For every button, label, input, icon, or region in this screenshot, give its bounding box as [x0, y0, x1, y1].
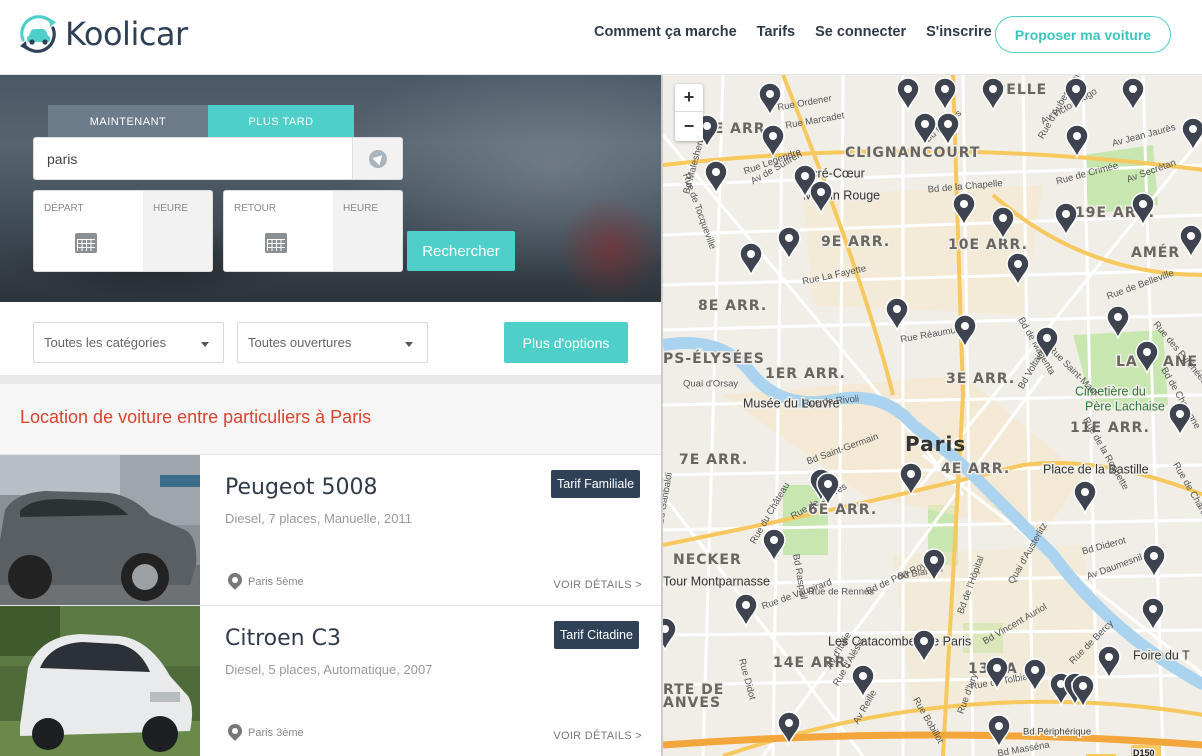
map-canvas[interactable]: 7E ARR.CLIGNANCOURTSacré-CœurMoulin Roug…: [663, 75, 1202, 756]
caret-down-icon: [405, 342, 413, 347]
nav-pricing[interactable]: Tarifs: [757, 24, 795, 40]
car-location: Paris 3ème: [228, 724, 304, 742]
view-details-link[interactable]: VOIR DÉTAILS >: [553, 730, 642, 742]
map-label-city: Paris: [905, 432, 966, 456]
search-hero: MAINTENANT PLUS TARD paris DÉPART HEURE …: [0, 75, 661, 302]
car-photo[interactable]: [0, 606, 200, 756]
departure-hour-label: HEURE: [153, 203, 189, 214]
departure-date-picker[interactable]: DÉPART: [34, 191, 143, 271]
return-date-picker[interactable]: RETOUR: [224, 191, 333, 271]
map-label-arr: 3E ARR.: [946, 371, 1015, 387]
brand-name: Koolicar: [65, 15, 188, 53]
return-label: RETOUR: [234, 203, 277, 214]
car-location-text: Paris 5ème: [248, 576, 304, 588]
category-select-value: Toutes les catégories: [44, 335, 167, 350]
car-photo[interactable]: [0, 455, 200, 605]
map-label-arr: PS-ÉLYSÉES: [663, 350, 765, 367]
main-nav: Comment ça marche Tarifs Se connecter S'…: [594, 24, 1012, 40]
nav-login[interactable]: Se connecter: [815, 24, 906, 40]
return-date-field[interactable]: RETOUR HEURE: [223, 190, 403, 272]
listing-card[interactable]: Peugeot 5008 Diesel, 7 places, Manuelle,…: [0, 455, 661, 606]
map-pin-icon: [228, 573, 242, 591]
category-select[interactable]: Toutes les catégories: [33, 322, 224, 363]
tab-later[interactable]: PLUS TARD: [208, 105, 354, 138]
nav-how-it-works[interactable]: Comment ça marche: [594, 24, 737, 40]
car-specs: Diesel, 5 places, Automatique, 2007: [225, 662, 433, 677]
openings-select[interactable]: Toutes ouvertures: [237, 322, 428, 363]
map-label-arr: NECKER: [673, 552, 742, 568]
brand-logo[interactable]: Koolicar: [14, 10, 188, 58]
propose-car-button[interactable]: Proposer ma voiture: [995, 16, 1171, 53]
map-label-street: Rue de Rennes: [808, 587, 874, 598]
map-label-poi: Tour Montparnasse: [663, 575, 770, 589]
calendar-icon: [265, 231, 287, 253]
car-location: Paris 5ème: [228, 573, 304, 591]
map-label-poi: Foire du T: [1133, 649, 1190, 663]
map-label-arr: 9E ARR.: [821, 234, 890, 250]
search-button[interactable]: Rechercher: [407, 231, 515, 271]
more-options-button[interactable]: Plus d'options: [504, 322, 628, 363]
zoom-in-button[interactable]: +: [675, 84, 703, 112]
car-photo-image: [0, 606, 200, 756]
koolicar-logo-icon: [20, 15, 56, 53]
car-name[interactable]: Peugeot 5008: [225, 475, 378, 500]
map-label-arr: AMÉR: [1131, 244, 1180, 261]
hero-background-taillight: [560, 195, 660, 302]
map-label-arr: CLIGNANCOURT: [845, 145, 980, 161]
map-label-shield: D150: [1133, 748, 1155, 756]
tab-now[interactable]: MAINTENANT: [48, 105, 208, 138]
zoom-out-button[interactable]: −: [675, 112, 703, 140]
results-heading: Location de voiture entre particuliers à…: [20, 407, 372, 427]
location-arrow-icon: [368, 149, 387, 168]
geolocate-button[interactable]: [352, 138, 402, 179]
results-heading-band: Location de voiture entre particuliers à…: [0, 384, 661, 455]
map-pin-icon: [228, 724, 242, 742]
price-tier-badge: Tarif Citadine: [554, 621, 639, 649]
car-location-text: Paris 3ème: [248, 727, 304, 739]
section-divider: [0, 375, 661, 384]
time-tabs: MAINTENANT PLUS TARD: [48, 105, 354, 138]
map-label-arr: 7E ARR.: [679, 452, 748, 468]
listing-card[interactable]: Citroen C3 Diesel, 5 places, Automatique…: [0, 606, 661, 756]
map-label-street: Quai d'Orsay: [683, 379, 738, 390]
map-label-arr: 8E ARR.: [698, 298, 767, 314]
map-label-poi: Place de la Bastille: [1043, 463, 1149, 477]
location-input-value[interactable]: paris: [47, 151, 77, 167]
location-search-field[interactable]: paris: [33, 137, 403, 180]
departure-hour-picker[interactable]: HEURE: [143, 191, 212, 271]
openings-select-value: Toutes ouvertures: [248, 335, 352, 350]
view-details-link[interactable]: VOIR DÉTAILS >: [553, 579, 642, 591]
departure-date-field[interactable]: DÉPART HEURE: [33, 190, 213, 272]
return-hour-label: HEURE: [343, 203, 379, 214]
results-map[interactable]: 7E ARR. CLIGNANCOURT Sacré-Cœur Moulin Roug…: [661, 75, 1202, 756]
map-label-arr: 4E ARR.: [941, 461, 1010, 477]
zoom-control: + −: [675, 84, 703, 141]
map-label-arr: 1ER ARR.: [765, 366, 846, 382]
calendar-icon: [75, 231, 97, 253]
price-tier-badge: Tarif Familiale: [551, 470, 641, 498]
departure-label: DÉPART: [44, 203, 84, 214]
car-specs: Diesel, 7 places, Manuelle, 2011: [225, 511, 412, 526]
map-label-arr: ANVES: [663, 695, 721, 711]
car-photo-image: [0, 455, 200, 605]
caret-down-icon: [201, 342, 209, 347]
map-label-arr: LA: [1116, 354, 1138, 370]
return-hour-picker[interactable]: HEURE: [333, 191, 402, 271]
map-label-arr: 10E ARR.: [948, 237, 1028, 253]
nav-signup[interactable]: S'inscrire: [926, 24, 992, 40]
map-label-park: Père Lachaise: [1085, 400, 1165, 414]
filter-bar: Toutes les catégories Toutes ouvertures …: [0, 302, 661, 375]
map-label-road: Bd Périphérique: [1023, 727, 1091, 738]
car-name[interactable]: Citroen C3: [225, 626, 341, 651]
site-header: Koolicar Comment ça marche Tarifs Se con…: [0, 0, 1202, 75]
